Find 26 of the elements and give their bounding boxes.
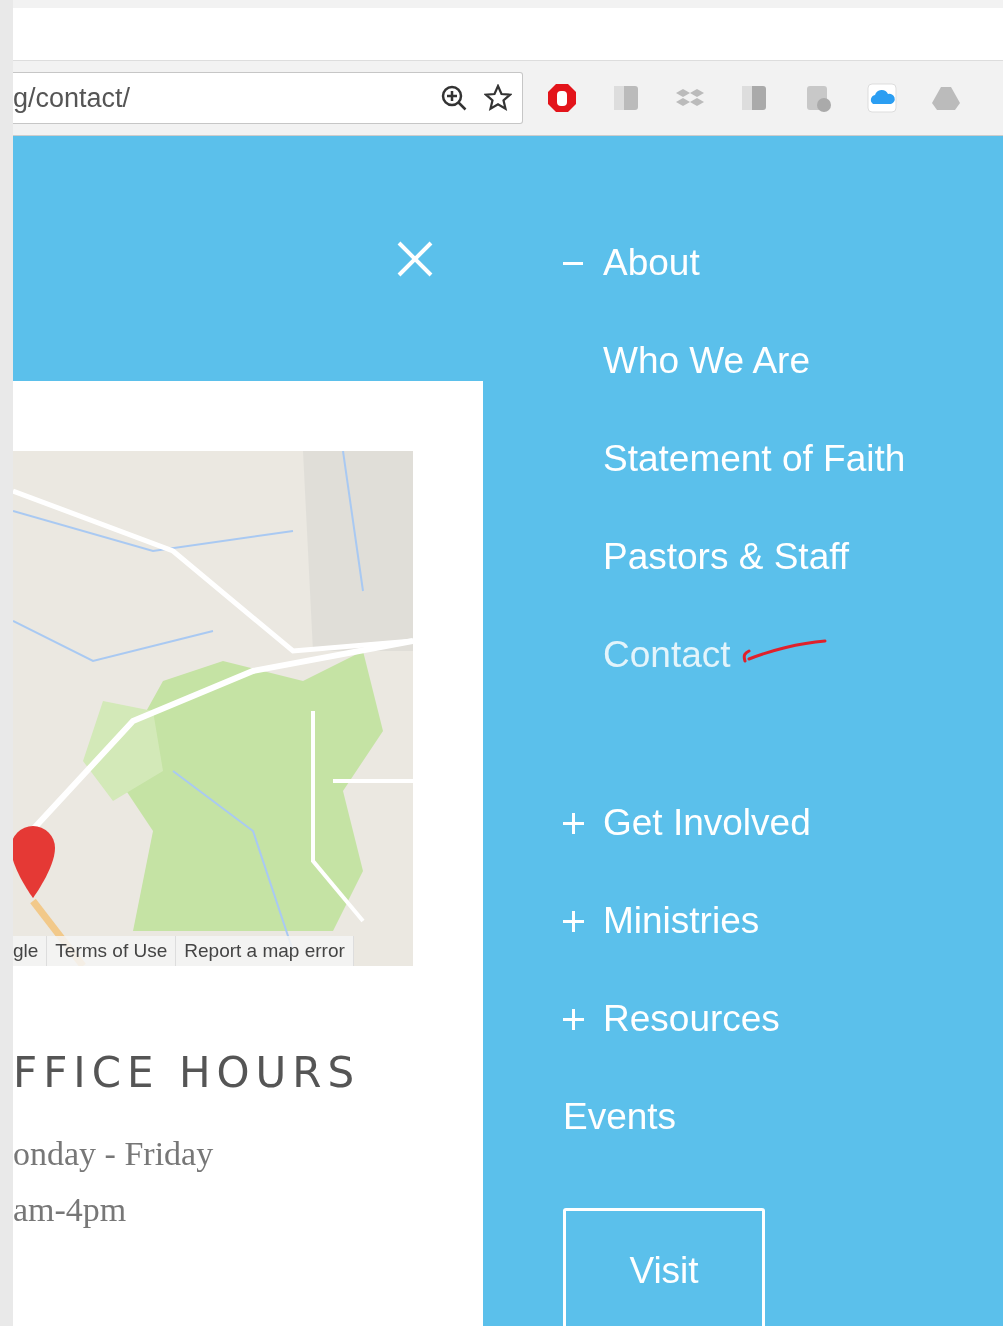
close-icon[interactable] — [397, 241, 433, 277]
submenu-item[interactable]: Statement of Faith — [603, 438, 906, 480]
menu-item[interactable]: Ministries — [603, 900, 760, 942]
menu-item[interactable]: Get Involved — [603, 802, 811, 844]
url-text: g/contact/ — [13, 82, 132, 114]
visit-button[interactable]: Visit — [563, 1208, 765, 1326]
minus-icon[interactable] — [563, 261, 583, 265]
map-attribution-link[interactable]: Report a map error — [176, 936, 354, 966]
map-attribution-link[interactable]: Terms of Use — [47, 936, 177, 966]
plus-icon[interactable] — [563, 1008, 584, 1030]
zoom-icon[interactable] — [440, 84, 468, 112]
hours-text: am-4pm — [13, 1191, 128, 1229]
submenu-item[interactable]: Contact — [603, 634, 731, 676]
menu-item[interactable]: Events — [563, 1096, 677, 1138]
plus-icon[interactable] — [563, 812, 584, 834]
hours-text: onday - Friday — [13, 1135, 215, 1173]
map-attribution-link[interactable]: gle — [13, 936, 48, 966]
address-bar[interactable]: g/contact/ — [13, 72, 523, 124]
submenu-item[interactable]: Who We Are — [603, 340, 810, 382]
menu-item[interactable]: Resources — [603, 998, 780, 1040]
menu-item[interactable]: About — [603, 242, 700, 284]
star-icon[interactable] — [484, 84, 512, 112]
plus-icon[interactable] — [563, 910, 584, 932]
submenu-item[interactable]: Pastors & Staff — [603, 536, 850, 578]
section-heading: FFICE HOURS — [13, 1048, 362, 1097]
cloud-icon[interactable] — [867, 83, 897, 113]
